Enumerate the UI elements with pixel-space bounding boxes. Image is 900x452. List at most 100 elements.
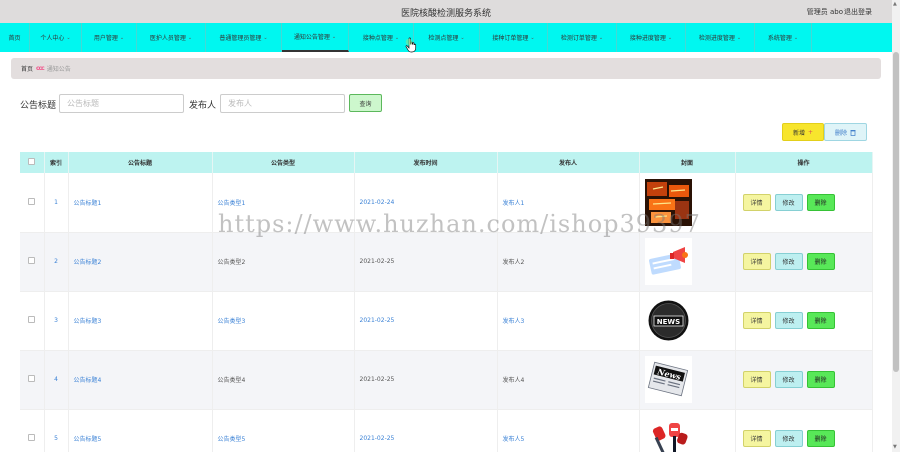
scroll-down-icon[interactable]: ▼ xyxy=(893,444,897,450)
column-header: 索引 xyxy=(44,152,69,173)
row-time: 2021-02-25 xyxy=(354,232,498,292)
table-row: 3 公告标题3 公告类型3 2021-02-25 发布人3 NEWS 详情 修改 删除 xyxy=(20,291,873,351)
row-time: 2021-02-24 xyxy=(354,173,498,233)
chevron-down-icon: ⌄ xyxy=(736,34,742,41)
nav-item[interactable]: 医护人员管理 ⌄ xyxy=(137,23,206,52)
row-time: 2021-02-25 xyxy=(354,409,498,452)
row-type: 公告类型1 xyxy=(212,173,355,233)
column-header: 操作 xyxy=(735,152,873,173)
search-button[interactable]: 查询 xyxy=(349,94,382,112)
title-search-input[interactable]: 公告标题 xyxy=(59,94,184,113)
nav-item-label: 普通管理员管理 xyxy=(219,35,262,42)
chevron-down-icon: ⌄ xyxy=(187,34,193,41)
nav-item[interactable]: 首页 xyxy=(0,23,30,52)
chevron-down-icon: ⌄ xyxy=(667,34,673,41)
delete-button[interactable]: 删除 xyxy=(806,430,835,447)
publisher-search-input[interactable]: 发布人 xyxy=(220,94,345,113)
row-select-cell xyxy=(20,350,45,410)
news-globe-badge-image: NEWS xyxy=(644,297,735,344)
hand-cursor-icon xyxy=(405,37,417,53)
detail-button[interactable]: 详情 xyxy=(742,253,771,270)
detail-button[interactable]: 详情 xyxy=(742,312,771,329)
add-button[interactable]: 新增 + xyxy=(782,123,824,141)
row-title-link[interactable]: 公告标题3 xyxy=(68,291,213,351)
row-type: 公告类型3 xyxy=(212,291,355,351)
announcement-table: 索引 公告标题 公告类型 发布时间 发布人 封面 操作 1 公告标题1 公告类型1 2… xyxy=(20,152,873,452)
chevron-down-icon: ⌄ xyxy=(460,34,465,41)
nav-item-label: 用户管理 xyxy=(93,35,118,42)
nav-item-label: 通知公告管理 xyxy=(293,34,330,41)
nav-item[interactable]: 接种订单管理 ⌄ xyxy=(480,23,548,52)
edit-button[interactable]: 修改 xyxy=(774,253,803,270)
delete-button[interactable]: 删除 xyxy=(806,253,835,270)
scrollbar-thumb[interactable] xyxy=(893,52,899,372)
row-title-link[interactable]: 公告标题1 xyxy=(68,173,213,233)
nav-item[interactable]: 检测点管理 ⌄ xyxy=(414,23,480,52)
newspaper-news-image: News xyxy=(644,356,735,403)
row-checkbox[interactable] xyxy=(28,197,36,205)
nav-item[interactable]: 普通管理员管理 ⌄ xyxy=(206,23,282,52)
select-all-checkbox[interactable] xyxy=(28,158,36,165)
row-publisher: 发布人2 xyxy=(497,232,640,292)
logout-link[interactable]: 退出登录 xyxy=(844,7,872,17)
detail-button[interactable]: 详情 xyxy=(742,371,771,388)
delete-button[interactable]: 删除 xyxy=(806,193,835,211)
row-checkbox[interactable] xyxy=(28,316,36,323)
row-type: 公告类型4 xyxy=(212,350,355,410)
row-title-link: 公告标题4 xyxy=(68,350,213,410)
table-row: 4 公告标题4 公告类型4 2021-02-25 发布人4 News 详情 修改 删除 xyxy=(20,350,873,410)
chevron-down-icon: ⌄ xyxy=(530,34,535,41)
row-index: 2 xyxy=(44,232,69,292)
main-nav: 首页 个人中心 ⌄ 用户管理 ⌄ 医护人员管理 ⌄ 普通管理员管理 ⌄ 通知公告管理 ⌄ 接种点管理 ⌄… xyxy=(0,23,892,52)
nav-item[interactable]: 检测订单管理 ⌄ xyxy=(548,23,617,52)
edit-button[interactable]: 修改 xyxy=(774,312,803,329)
scroll-up-icon[interactable]: ▲ xyxy=(893,1,897,7)
row-title-link: 公告标题2 xyxy=(68,232,213,292)
row-cover-cell: News xyxy=(639,350,736,410)
nav-item-label: 检测点管理 xyxy=(428,35,459,42)
nav-item[interactable]: 通知公告管理 ⌄ xyxy=(282,23,349,52)
top-header: 医院核酸检测服务系统 管理员 abo 退出登录 xyxy=(0,0,892,23)
select-all-header[interactable] xyxy=(20,152,45,173)
detail-button[interactable]: 详情 xyxy=(742,430,771,447)
delete-button[interactable]: 删除 xyxy=(806,312,835,329)
row-index: 5 xyxy=(44,409,69,452)
edit-button[interactable]: 修改 xyxy=(774,430,803,447)
nav-item[interactable]: 系统管理 ⌄ xyxy=(755,23,812,52)
row-cover-cell xyxy=(639,409,736,452)
row-cover-cell: NEWS xyxy=(639,291,736,351)
delete-button[interactable]: 删除 xyxy=(806,371,835,388)
nav-item-label: 检测订单管理 xyxy=(560,35,597,42)
row-checkbox[interactable] xyxy=(28,257,36,264)
nav-item[interactable]: 用户管理 ⌄ xyxy=(82,23,137,52)
publisher-search-label: 发布人 xyxy=(189,101,217,111)
detail-button[interactable]: 详情 xyxy=(742,193,771,211)
table-row: 5 公告标题5 公告类型5 2021-02-25 发布人5 详情 修改 删除 xyxy=(20,409,873,452)
table-row: 2 公告标题2 公告类型2 2021-02-25 发布人2 详情 修改 删除 xyxy=(20,232,873,292)
row-cover-cell xyxy=(639,173,736,233)
breadcrumb-current: 通知公告 xyxy=(46,66,71,73)
nav-item-label: 医护人员管理 xyxy=(149,35,186,42)
nav-item[interactable]: 接种进度管理 ⌄ xyxy=(617,23,686,52)
chevron-down-icon: ⌄ xyxy=(119,34,125,41)
edit-button[interactable]: 修改 xyxy=(774,193,803,211)
edit-button[interactable]: 修改 xyxy=(774,371,803,388)
batch-delete-button[interactable]: 删除 xyxy=(824,123,867,141)
breadcrumb-separator: ccc xyxy=(36,65,45,72)
row-checkbox[interactable] xyxy=(28,375,36,382)
chevron-down-icon: ⌄ xyxy=(394,34,400,41)
breadcrumb-home[interactable]: 首页 xyxy=(21,64,33,73)
plus-icon: + xyxy=(807,128,814,136)
batch-delete-label: 删除 xyxy=(834,129,847,137)
nav-item-label: 系统管理 xyxy=(767,35,792,42)
nav-item[interactable]: 检测进度管理 ⌄ xyxy=(686,23,755,52)
nav-item[interactable]: 个人中心 ⌄ xyxy=(30,23,82,52)
row-actions: 详情 修改 删除 xyxy=(735,409,873,452)
table-row: 1 公告标题1 公告类型1 2021-02-24 发布人1 详情 修改 删除 xyxy=(20,173,873,233)
row-type: 公告类型5 xyxy=(212,409,355,452)
add-button-label: 新增 xyxy=(792,129,805,137)
chevron-down-icon: ⌄ xyxy=(331,33,337,40)
row-checkbox[interactable] xyxy=(28,434,36,441)
row-title-link[interactable]: 公告标题5 xyxy=(68,409,213,452)
app-title: 医院核酸检测服务系统 xyxy=(400,9,491,19)
